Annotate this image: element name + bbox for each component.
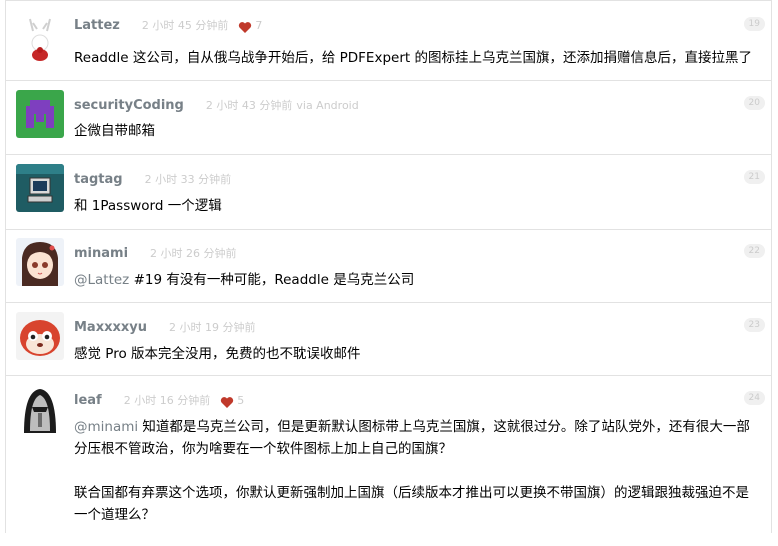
reply-item: securityCoding 2 小时 43 分钟前 via Android 2… [6, 81, 772, 155]
reply-item: minami 2 小时 26 分钟前 22 @Lattez #19 有没有一种可… [6, 230, 772, 303]
reply-content: @Lattez #19 有没有一种可能，Readdle 是乌克兰公司 [74, 269, 758, 291]
reply-item: Maxxxxyu 2 小时 19 分钟前 23 感觉 Pro 版本完全没用，免费… [6, 303, 772, 376]
reply-text-body: #19 有没有一种可能，Readdle 是乌克兰公司 [129, 272, 415, 288]
reply-time: 2 小时 43 分钟前 [205, 99, 293, 112]
floor-number: 20 [743, 96, 765, 110]
reply-text: 企微自带邮箱 [74, 123, 155, 139]
reply-item: tagtag 2 小时 33 分钟前 21 和 1Password 一个逻辑 [6, 155, 772, 230]
reply-text: 和 1Password 一个逻辑 [74, 198, 222, 214]
floor-number: 19 [743, 17, 765, 31]
heart-icon [220, 394, 234, 408]
floor-number: 22 [743, 244, 765, 258]
mention-link[interactable]: @minami [74, 419, 138, 435]
username-link[interactable]: Lattez [74, 18, 120, 33]
reply-time: 2 小时 26 分钟前 [150, 247, 237, 260]
avatar[interactable] [16, 164, 64, 212]
avatar[interactable] [16, 238, 64, 286]
username-link[interactable]: leaf [74, 393, 102, 408]
reply-text: @Lattez #19 有没有一种可能，Readdle 是乌克兰公司 [74, 269, 758, 291]
floor-number: 21 [743, 170, 765, 184]
reply-content: 和 1Password 一个逻辑 [74, 195, 758, 217]
reply-content: 感觉 Pro 版本完全没用，免费的也不耽误收邮件 [74, 343, 758, 365]
username-link[interactable]: tagtag [74, 172, 123, 187]
reply-text: 感觉 Pro 版本完全没用，免费的也不耽误收邮件 [74, 346, 361, 362]
floor-number: 24 [743, 391, 765, 405]
reply-text: @minami 知道都是乌克兰公司，但是更新默认图标带上乌克兰国旗，这就很过分。… [74, 416, 758, 460]
username-link[interactable]: Maxxxxyu [74, 320, 147, 335]
like-count: 7 [255, 18, 263, 32]
username-link[interactable]: minami [74, 246, 128, 261]
avatar[interactable] [16, 13, 64, 61]
reply-content: @minami 知道都是乌克兰公司，但是更新默认图标带上乌克兰国旗，这就很过分。… [74, 416, 758, 526]
heart-icon [238, 19, 252, 33]
reply-content: Readdle 这公司，自从俄乌战争开始后，给 PDFExpert 的图标挂上乌… [74, 47, 758, 69]
reply-time: 2 小时 16 分钟前 [123, 394, 211, 407]
avatar[interactable] [16, 90, 64, 138]
avatar[interactable] [16, 312, 64, 360]
floor-number: 23 [743, 318, 765, 332]
avatar[interactable] [16, 385, 64, 433]
client-info: via Android [296, 98, 359, 112]
reply-text: 联合国都有弃票这个选项，你默认更新强制加上国旗（后续版本才推出可以更换不带国旗）… [74, 485, 749, 523]
reply-item: leaf 2 小时 16 分钟前 5 24 @minami 知道都是乌克兰公司，… [6, 376, 772, 546]
reply-time: 2 小时 45 分钟前 [141, 19, 229, 32]
reply-time: 2 小时 33 分钟前 [144, 173, 232, 186]
mention-link[interactable]: @Lattez [74, 272, 129, 288]
like-count: 5 [237, 393, 245, 407]
reply-text-body: 知道都是乌克兰公司，但是更新默认图标带上乌克兰国旗，这就很过分。除了站队党外，还… [74, 419, 750, 457]
reply-content: 企微自带邮箱 [74, 120, 758, 142]
reply-time: 2 小时 19 分钟前 [168, 321, 256, 334]
reply-text: Readdle 这公司，自从俄乌战争开始后，给 PDFExpert 的图标挂上乌… [74, 50, 752, 66]
reply-item: Lattez 2 小时 45 分钟前 7 19 Readdle 这公司，自从俄乌… [6, 0, 772, 81]
username-link[interactable]: securityCoding [74, 98, 184, 113]
